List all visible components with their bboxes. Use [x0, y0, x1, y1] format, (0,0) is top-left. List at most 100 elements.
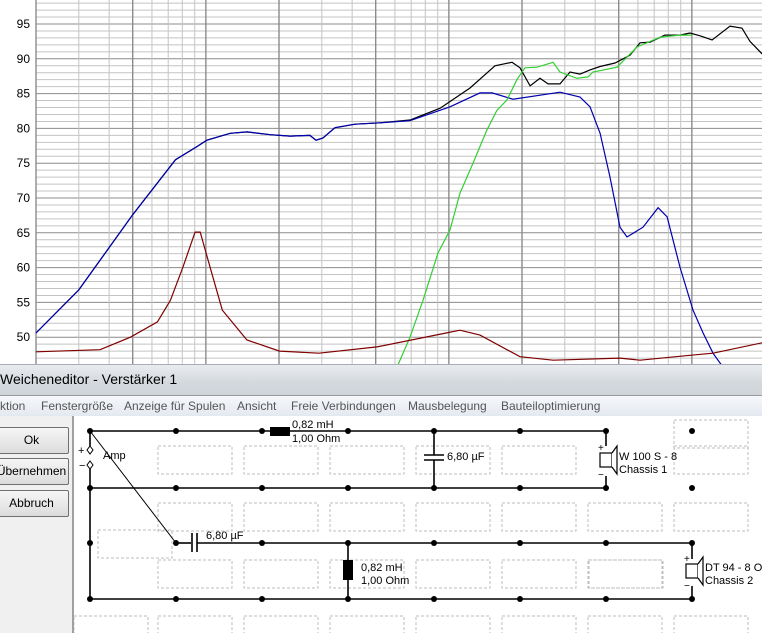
cancel-button[interactable]: Abbruch — [0, 490, 69, 517]
component-slot[interactable] — [673, 615, 749, 633]
spk2-minus: − — [684, 581, 690, 592]
component-slot[interactable] — [329, 502, 405, 532]
component-slot[interactable] — [243, 502, 319, 532]
component-slot[interactable] — [415, 502, 491, 532]
circuit-node[interactable] — [431, 428, 437, 434]
component-slot[interactable] — [501, 502, 577, 532]
inductor-1[interactable] — [270, 427, 290, 436]
menu-item-bauteiloptimierung[interactable]: Bauteiloptimierung — [501, 399, 600, 413]
component-slot[interactable] — [587, 559, 663, 589]
ok-button[interactable]: Ok — [0, 427, 69, 454]
inductor-1-value: 0,82 mH — [292, 419, 334, 431]
circuit-node[interactable] — [431, 596, 437, 602]
component-slot[interactable] — [243, 445, 319, 475]
spk1-plus: + — [598, 443, 604, 454]
circuit-node[interactable] — [173, 540, 179, 546]
component-slot[interactable] — [157, 615, 233, 633]
circuit-node[interactable] — [431, 540, 437, 546]
amp-minus-sign: − — [79, 460, 85, 472]
menu-item-mausbelegung[interactable]: Mausbelegung — [408, 399, 487, 413]
component-slot[interactable] — [587, 615, 663, 633]
circuit-node[interactable] — [603, 485, 609, 491]
circuit-node[interactable] — [431, 485, 437, 491]
circuit-node[interactable] — [259, 540, 265, 546]
component-slot[interactable] — [329, 615, 405, 633]
menu-item-anzeige-spulen[interactable]: Anzeige für Spulen — [124, 399, 225, 413]
circuit-node[interactable] — [517, 428, 523, 434]
circuit-node[interactable] — [87, 596, 93, 602]
y-tick-label: 60 — [17, 261, 31, 275]
circuit-node[interactable] — [603, 428, 609, 434]
circuit-node[interactable] — [689, 540, 695, 546]
y-tick-label: 95 — [17, 17, 31, 31]
title-bar[interactable]: Weicheneditor - Verstärker 1 — [0, 364, 762, 396]
circuit-node[interactable] — [345, 540, 351, 546]
component-slot[interactable] — [157, 502, 233, 532]
circuit-node[interactable] — [603, 540, 609, 546]
capacitor-1[interactable] — [424, 454, 444, 461]
circuit-node[interactable] — [87, 540, 93, 546]
y-tick-label: 55 — [17, 295, 31, 309]
component-slot[interactable] — [588, 559, 664, 589]
component-slot[interactable] — [157, 559, 233, 589]
amp-minus-terminal-icon[interactable] — [86, 460, 94, 470]
y-tick-label: 75 — [17, 156, 31, 170]
menu-item-freie-verbindungen[interactable]: Freie Verbindungen — [291, 399, 396, 413]
component-slot[interactable] — [501, 445, 577, 475]
circuit-node[interactable] — [517, 485, 523, 491]
component-slot[interactable] — [74, 615, 149, 633]
spk1-minus: − — [598, 470, 604, 481]
y-tick-label: 80 — [17, 121, 31, 135]
circuit-node[interactable] — [689, 485, 695, 491]
component-slot[interactable] — [673, 502, 749, 532]
component-slot[interactable] — [415, 559, 491, 589]
inductor-2[interactable] — [343, 560, 353, 580]
apply-button[interactable]: Übernehmen — [0, 458, 69, 485]
circuit-node[interactable] — [87, 428, 93, 434]
circuit-node[interactable] — [87, 485, 93, 491]
circuit-node[interactable] — [689, 596, 695, 602]
component-slot[interactable] — [243, 615, 319, 633]
circuit-node[interactable] — [259, 485, 265, 491]
component-slot[interactable] — [157, 445, 233, 475]
component-slot[interactable] — [501, 615, 577, 633]
component-slot[interactable] — [415, 615, 491, 633]
menu-item-ansicht[interactable]: Ansicht — [237, 399, 276, 413]
capacitor-2[interactable] — [191, 533, 198, 552]
spk2-plus: + — [684, 554, 690, 565]
circuit-canvas[interactable]: + − Amp 0,82 mH 1,00 Ohm 6,80 µF + − W 1… — [74, 416, 762, 633]
component-slot[interactable] — [587, 502, 663, 532]
menu-bar: ktion Fenstergröße Anzeige für Spulen An… — [0, 395, 762, 417]
component-slot[interactable] — [97, 529, 173, 559]
circuit-node[interactable] — [517, 596, 523, 602]
circuit-node[interactable] — [345, 485, 351, 491]
component-slot[interactable] — [329, 445, 405, 475]
crossover-editor-window: Weicheneditor - Verstärker 1 ktion Fenst… — [0, 364, 762, 633]
y-tick-label: 90 — [17, 52, 31, 66]
amp-plus-terminal-icon[interactable] — [86, 445, 94, 455]
circuit-node[interactable] — [517, 540, 523, 546]
amp-plus-sign: + — [78, 445, 84, 457]
circuit-node[interactable] — [689, 428, 695, 434]
menu-item-funktion[interactable]: ktion — [0, 399, 25, 413]
speaker-1-name: W 100 S - 8 — [619, 451, 677, 463]
menu-item-fenstergroesse[interactable]: Fenstergröße — [41, 399, 113, 413]
component-slot[interactable] — [673, 445, 749, 475]
circuit-node[interactable] — [173, 596, 179, 602]
circuit-node[interactable] — [173, 485, 179, 491]
component-slot[interactable] — [501, 559, 577, 589]
y-tick-label: 85 — [17, 87, 31, 101]
capacitor-2-value: 6,80 µF — [206, 530, 244, 542]
circuit-node[interactable] — [259, 596, 265, 602]
amp-label: Amp — [103, 450, 126, 462]
speaker-2-label: Chassis 2 — [705, 575, 753, 587]
circuit-node[interactable] — [173, 428, 179, 434]
circuit-node[interactable] — [603, 596, 609, 602]
speaker-1-label: Chassis 1 — [619, 464, 667, 476]
component-slot[interactable] — [673, 419, 749, 449]
circuit-node[interactable] — [259, 428, 265, 434]
circuit-node[interactable] — [345, 428, 351, 434]
circuit-node[interactable] — [345, 596, 351, 602]
y-tick-label: 50 — [17, 330, 31, 344]
component-slot[interactable] — [243, 559, 319, 589]
